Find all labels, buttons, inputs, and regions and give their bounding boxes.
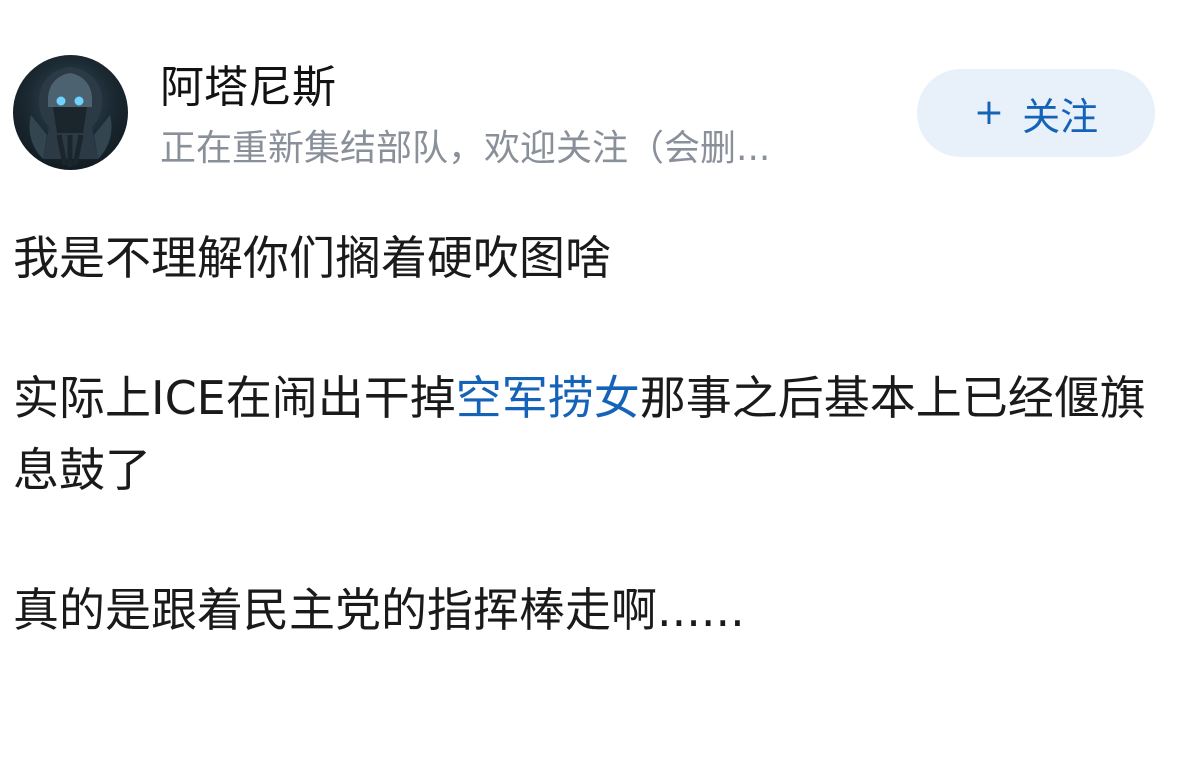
post-paragraph-2-text-before: 实际上ICE在闹出干掉	[13, 371, 456, 425]
post-content: 我是不理解你们搁着硬吹图啥 实际上ICE在闹出干掉空军捞女那事之后基本上已经偃旗…	[13, 222, 1183, 714]
post-paragraph-2: 实际上ICE在闹出干掉空军捞女那事之后基本上已经偃旗息鼓了	[13, 362, 1183, 506]
topic-link[interactable]: 空军捞女	[456, 371, 640, 425]
follow-button[interactable]: + 关注	[917, 69, 1155, 157]
post-paragraph-3: 真的是跟着民主党的指挥棒走啊......	[13, 583, 745, 637]
follow-button-label: 关注	[1022, 94, 1099, 139]
author-name[interactable]: 阿塔尼斯	[160, 62, 336, 114]
plus-icon: +	[973, 92, 1005, 133]
author-bio: 正在重新集结部队，欢迎关注（会删...	[160, 128, 771, 169]
avatar-image	[29, 67, 112, 167]
avatar[interactable]	[13, 55, 128, 170]
post-paragraph-1: 我是不理解你们搁着硬吹图啥	[13, 231, 611, 285]
post-header: 阿塔尼斯 正在重新集结部队，欢迎关注（会删... + 关注	[0, 0, 1200, 190]
